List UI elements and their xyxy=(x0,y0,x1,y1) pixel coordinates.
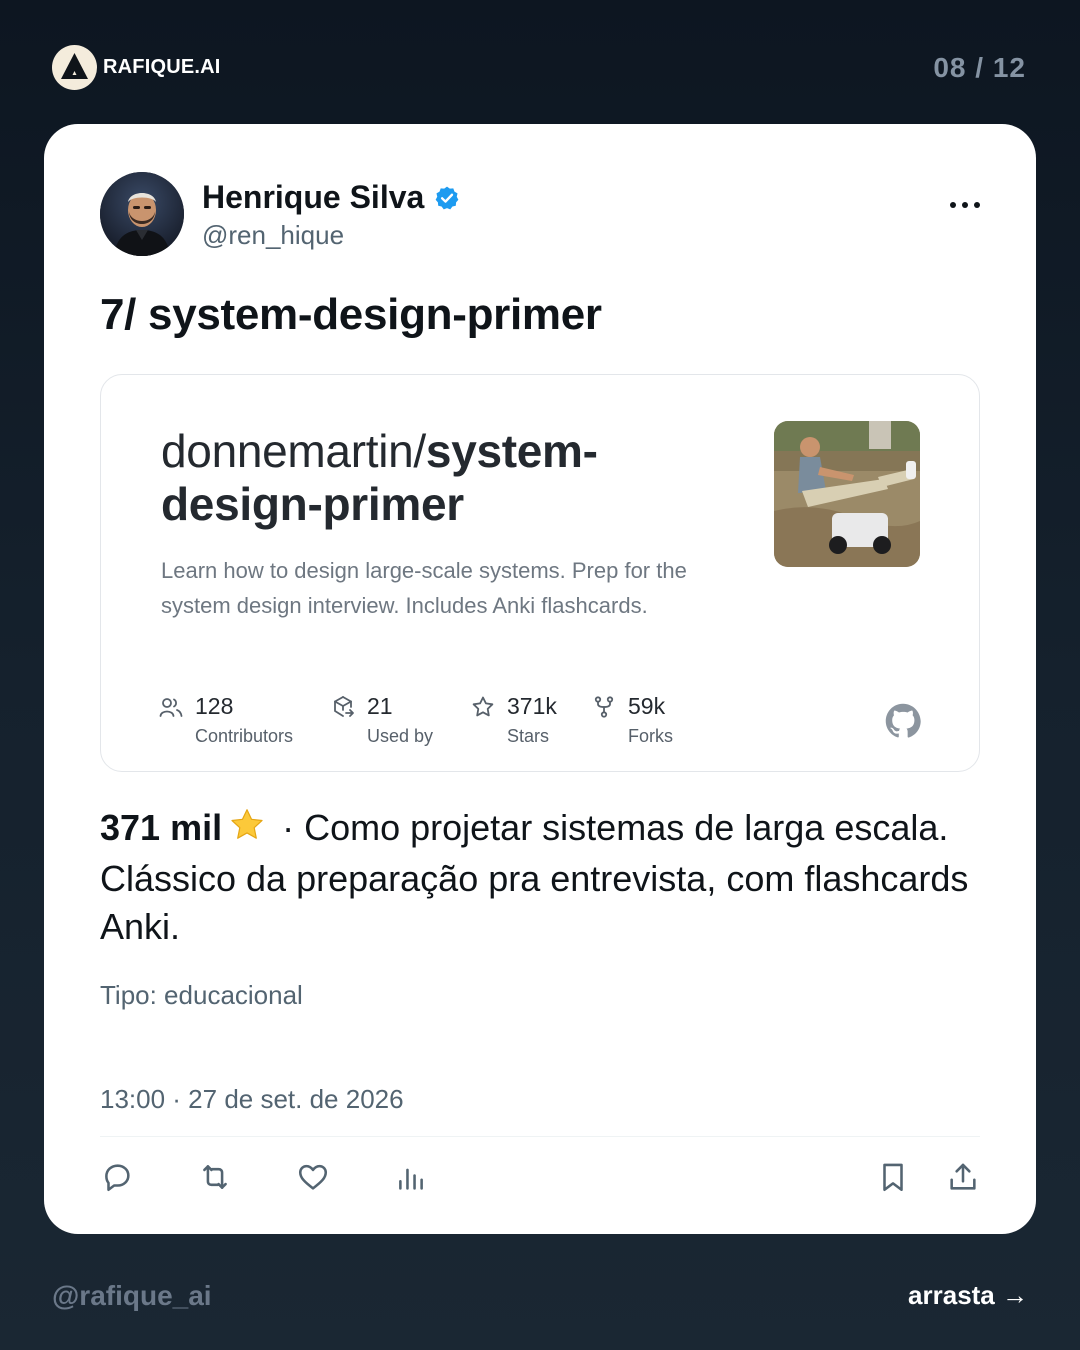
repo-description: Learn how to design large-scale systems.… xyxy=(161,558,687,618)
tweet-timestamp[interactable]: 13:00 · 27 de set. de 2026 xyxy=(100,1084,404,1115)
star-emoji-icon xyxy=(228,807,266,855)
stat-stars-value: 371k xyxy=(507,693,557,719)
reply-icon[interactable] xyxy=(100,1160,134,1194)
stat-forks-value: 59k xyxy=(628,693,666,719)
views-icon[interactable] xyxy=(394,1160,428,1194)
stat-used-by-label: Used by xyxy=(367,726,434,746)
type-label: Tipo: educacional xyxy=(100,980,303,1010)
stat-contributors[interactable]: 128 Contributors xyxy=(159,693,293,747)
repo-owner-photo xyxy=(774,421,920,567)
brand: RAFIQUE.AI xyxy=(52,45,221,90)
star-outline-icon xyxy=(471,695,497,719)
stat-stars[interactable]: 371k Stars xyxy=(471,693,557,747)
bookmark-icon[interactable] xyxy=(876,1160,910,1194)
tweet-title: 7/ system-design-primer xyxy=(100,290,602,339)
triangle-logo-icon xyxy=(52,45,97,90)
stat-contributors-value: 128 xyxy=(195,693,234,719)
page-counter: 08 / 12 xyxy=(933,52,1026,83)
stat-forks-label: Forks xyxy=(628,726,673,746)
contributors-icon xyxy=(159,696,185,718)
repo-title: donnemartin/system-design-primer xyxy=(161,425,681,531)
used-by-icon xyxy=(331,695,357,719)
stat-used-by[interactable]: 21 Used by xyxy=(331,693,433,747)
author-name-text: Henrique Silva xyxy=(202,179,425,215)
share-icon[interactable] xyxy=(946,1160,980,1194)
author-handle[interactable]: @ren_hique xyxy=(202,220,344,251)
repo-preview-card[interactable]: donnemartin/system-design-primer Learn h… xyxy=(100,374,980,772)
stat-contributors-label: Contributors xyxy=(195,726,294,746)
more-options-icon[interactable] xyxy=(950,202,980,208)
fork-icon xyxy=(592,695,618,719)
repo-owner: donnemartin/ xyxy=(161,425,426,477)
stat-stars-label: Stars xyxy=(507,726,550,746)
tweet-body: 371 mil · Como projetar sistemas de larg… xyxy=(100,804,990,951)
stat-forks[interactable]: 59k Forks xyxy=(592,693,673,747)
retweet-icon[interactable] xyxy=(198,1160,232,1194)
stat-used-by-value: 21 xyxy=(367,693,393,719)
verified-badge-icon xyxy=(434,185,460,211)
github-icon[interactable] xyxy=(885,703,921,744)
stars-count: 371 mil xyxy=(100,807,223,848)
divider xyxy=(100,1136,980,1137)
tweet-card: Henrique Silva @ren_hique 7/ system-desi… xyxy=(44,124,1036,1234)
footer-handle[interactable]: @rafique_ai xyxy=(52,1280,212,1312)
like-icon[interactable] xyxy=(296,1160,330,1194)
author-name[interactable]: Henrique Silva xyxy=(202,179,460,216)
brand-name: RAFIQUE.AI xyxy=(103,56,221,78)
swipe-hint[interactable]: arrasta → xyxy=(908,1280,1028,1311)
avatar[interactable] xyxy=(100,172,184,256)
